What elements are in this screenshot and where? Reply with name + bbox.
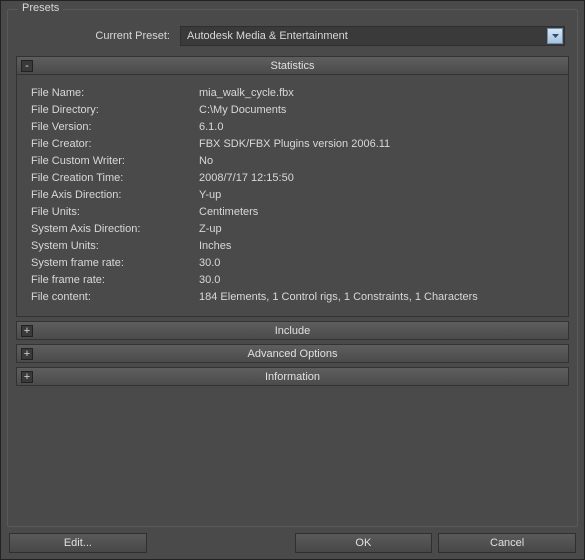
stat-value: 30.0 (199, 272, 558, 289)
section-include: + Include (16, 321, 569, 340)
stat-row: File frame rate:30.0 (31, 272, 558, 289)
stat-label: File Axis Direction: (31, 187, 199, 204)
stat-value: Inches (199, 238, 558, 255)
stat-label: System Units: (31, 238, 199, 255)
current-preset-label: Current Preset: (20, 30, 180, 42)
stat-row: File Custom Writer:No (31, 153, 558, 170)
stat-value: FBX SDK/FBX Plugins version 2006.11 (199, 136, 558, 153)
stat-row: File Units:Centimeters (31, 204, 558, 221)
stat-value: Centimeters (199, 204, 558, 221)
section-statistics-title: Statistics (17, 60, 568, 72)
section-information-title: Information (17, 371, 568, 383)
stat-label: File Units: (31, 204, 199, 221)
stat-value: 184 Elements, 1 Control rigs, 1 Constrai… (199, 289, 558, 306)
button-row: Edit... OK Cancel (7, 533, 578, 553)
presets-legend: Presets (18, 2, 63, 14)
stat-label: File Custom Writer: (31, 153, 199, 170)
edit-button[interactable]: Edit... (9, 533, 147, 553)
collapse-icon[interactable]: - (21, 60, 33, 72)
stat-row: System Units:Inches (31, 238, 558, 255)
section-information-header[interactable]: + Information (16, 367, 569, 386)
ok-button[interactable]: OK (295, 533, 433, 553)
current-preset-select[interactable]: Autodesk Media & Entertainment (180, 26, 565, 46)
section-statistics-body: File Name:mia_walk_cycle.fbxFile Directo… (16, 75, 569, 317)
stat-label: File Version: (31, 119, 199, 136)
section-advanced-header[interactable]: + Advanced Options (16, 344, 569, 363)
stat-label: File content: (31, 289, 199, 306)
stat-label: System frame rate: (31, 255, 199, 272)
stat-value: mia_walk_cycle.fbx (199, 85, 558, 102)
stat-value: C:\My Documents (199, 102, 558, 119)
spacer (16, 390, 569, 518)
stat-row: File Creation Time:2008/7/17 12:15:50 (31, 170, 558, 187)
stat-row: System Axis Direction:Z-up (31, 221, 558, 238)
section-include-title: Include (17, 325, 568, 337)
section-statistics-header[interactable]: - Statistics (16, 56, 569, 75)
stat-value: Z-up (199, 221, 558, 238)
current-preset-value: Autodesk Media & Entertainment (187, 30, 348, 42)
stat-label: System Axis Direction: (31, 221, 199, 238)
stat-row: System frame rate:30.0 (31, 255, 558, 272)
section-statistics: - Statistics File Name:mia_walk_cycle.fb… (16, 56, 569, 317)
stat-value: 6.1.0 (199, 119, 558, 136)
stat-label: File Creator: (31, 136, 199, 153)
stat-row: File Directory:C:\My Documents (31, 102, 558, 119)
dropdown-arrow-icon[interactable] (547, 28, 563, 44)
stat-value: 2008/7/17 12:15:50 (199, 170, 558, 187)
expand-icon[interactable]: + (21, 348, 33, 360)
expand-icon[interactable]: + (21, 371, 33, 383)
stat-label: File Name: (31, 85, 199, 102)
stat-row: File content:184 Elements, 1 Control rig… (31, 289, 558, 306)
section-advanced-options: + Advanced Options (16, 344, 569, 363)
section-advanced-title: Advanced Options (17, 348, 568, 360)
cancel-button[interactable]: Cancel (438, 533, 576, 553)
current-preset-row: Current Preset: Autodesk Media & Enterta… (20, 26, 565, 46)
stat-label: File Directory: (31, 102, 199, 119)
section-include-header[interactable]: + Include (16, 321, 569, 340)
expand-icon[interactable]: + (21, 325, 33, 337)
stat-label: File Creation Time: (31, 170, 199, 187)
button-spacer (153, 533, 289, 553)
stat-row: File Creator:FBX SDK/FBX Plugins version… (31, 136, 558, 153)
stat-row: File Axis Direction:Y-up (31, 187, 558, 204)
stat-value: No (199, 153, 558, 170)
stat-row: File Version:6.1.0 (31, 119, 558, 136)
stat-value: 30.0 (199, 255, 558, 272)
import-dialog: Presets Current Preset: Autodesk Media &… (1, 1, 584, 559)
stat-value: Y-up (199, 187, 558, 204)
section-information: + Information (16, 367, 569, 386)
presets-fieldset: Presets Current Preset: Autodesk Media &… (7, 9, 578, 527)
stat-row: File Name:mia_walk_cycle.fbx (31, 85, 558, 102)
stat-label: File frame rate: (31, 272, 199, 289)
